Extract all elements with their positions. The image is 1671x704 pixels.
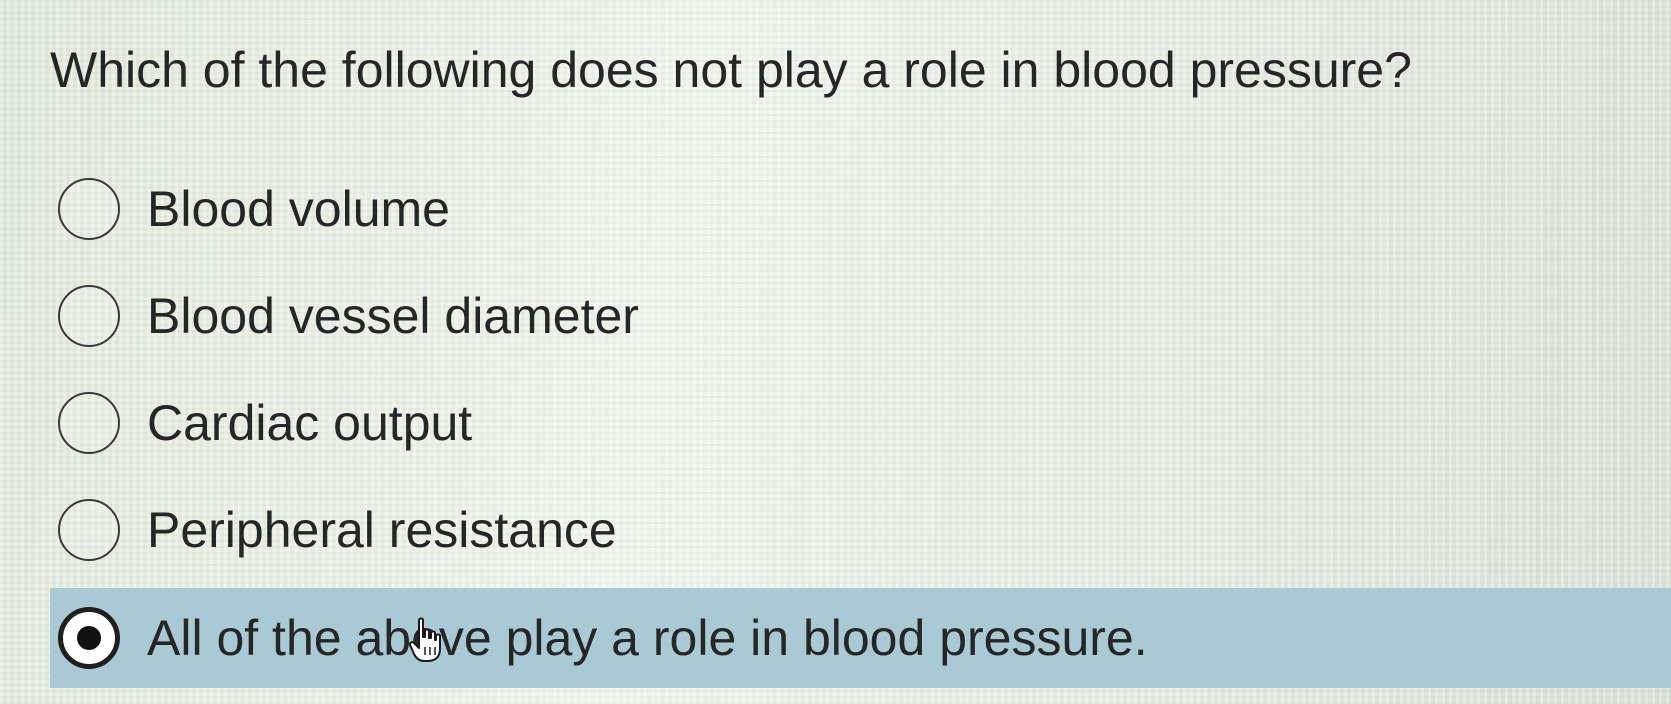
answer-option-peripheral-resistance[interactable]: Peripheral resistance	[50, 481, 1671, 579]
radio-button-unselected[interactable]	[58, 285, 120, 347]
hand-pointer-icon	[408, 617, 441, 662]
answer-option-all-of-the-above[interactable]: All of the above play a role in blood pr…	[50, 588, 1671, 688]
option-label: Cardiac output	[147, 395, 473, 451]
radio-button-unselected[interactable]	[58, 178, 120, 240]
quiz-question-panel: Which of the following does not play a r…	[0, 0, 1671, 704]
option-label: Blood vessel diameter	[147, 288, 639, 344]
radio-button-unselected[interactable]	[58, 499, 120, 561]
answer-option-cardiac-output[interactable]: Cardiac output	[50, 374, 1671, 472]
answer-option-blood-vessel-diameter[interactable]: Blood vessel diameter	[50, 267, 1671, 365]
radio-selected-dot-icon	[77, 626, 101, 650]
question-text: Which of the following does not play a r…	[50, 42, 1412, 98]
radio-button-selected[interactable]	[58, 607, 120, 669]
option-label: All of the above play a role in blood pr…	[147, 610, 1148, 666]
option-label: Blood volume	[147, 181, 450, 237]
radio-button-unselected[interactable]	[58, 392, 120, 454]
answer-option-blood-volume[interactable]: Blood volume	[50, 160, 1671, 258]
option-label: Peripheral resistance	[147, 502, 617, 558]
